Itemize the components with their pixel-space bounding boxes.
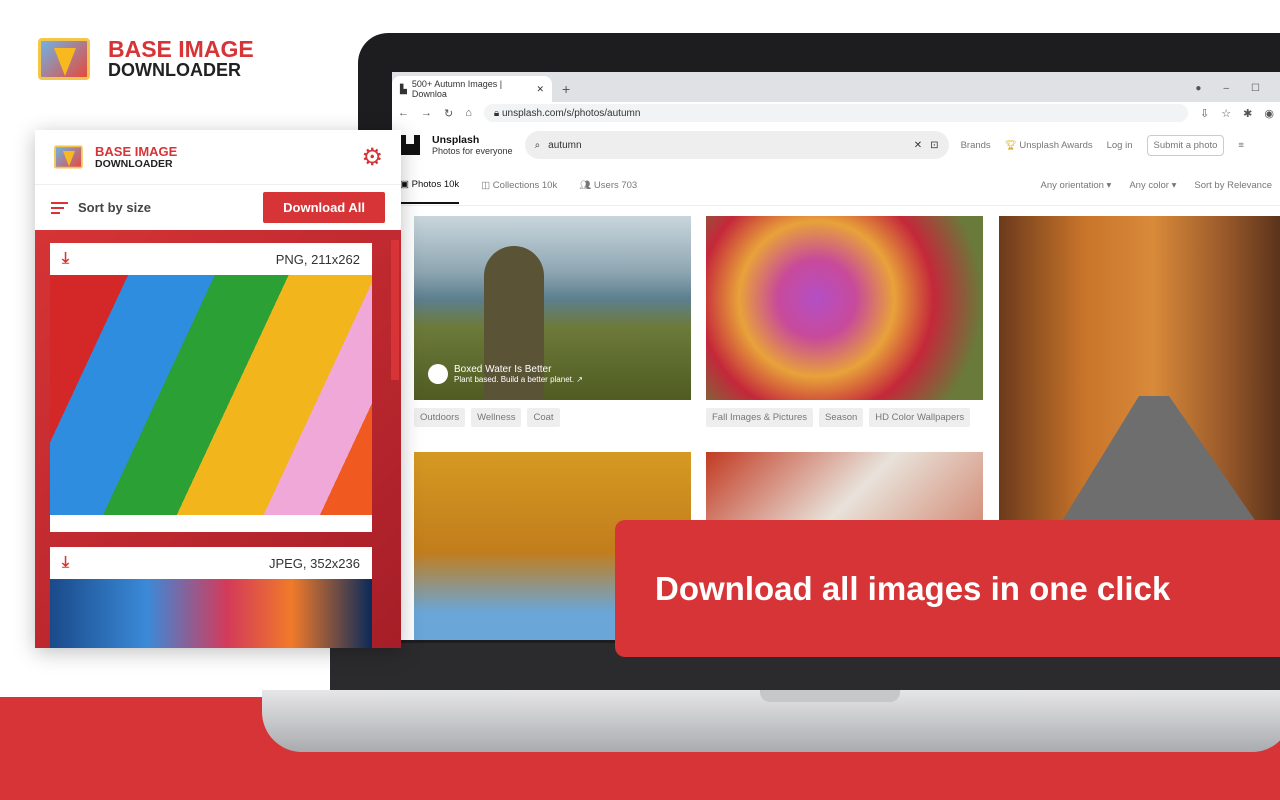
search-icon: ⌕ [534, 139, 541, 151]
search-input[interactable]: ⌕ autumn ✕ ⊡ [524, 131, 949, 159]
download-icon[interactable]: ⤓ [62, 250, 69, 268]
address-bar[interactable]: 🔒︎ unsplash.com/s/photos/autumn [483, 104, 1189, 122]
extension-popup: BASE IMAGE DOWNLOADER ⚙ Sort by size Down… [35, 130, 401, 648]
tab-photos[interactable]: ▣ Photos 10k [400, 167, 460, 204]
sort-icon[interactable] [51, 201, 68, 214]
logo-icon [36, 30, 94, 88]
visual-search-icon[interactable]: ⊡ [930, 140, 938, 151]
brand-line2: DOWNLOADER [108, 60, 241, 80]
popup-brand-line1: BASE IMAGE [95, 143, 178, 159]
image-meta: JPEG, 352x236 [268, 555, 360, 571]
trophy-icon: 🏆︎ [1004, 139, 1017, 151]
back-icon[interactable]: ← [398, 107, 409, 119]
extensions-icon[interactable]: ✱ [1243, 107, 1252, 120]
sort-by-size-button[interactable]: Sort by size [78, 200, 151, 215]
unsplash-favicon: ▙ [400, 83, 407, 94]
image-meta: PNG, 211x262 [275, 251, 360, 267]
brand-line1: BASE IMAGE [108, 36, 254, 62]
menu-icon[interactable]: ≡ [1238, 140, 1244, 151]
url-text: unsplash.com/s/photos/autumn [501, 107, 641, 119]
minimize-icon[interactable]: – [1223, 83, 1229, 94]
photo-autumn-leaves[interactable] [706, 216, 983, 400]
gear-icon[interactable]: ⚙ [361, 143, 383, 172]
image-card: ⤓ JPEG, 352x236 [50, 547, 372, 648]
sponsor-avatar [428, 364, 448, 384]
new-tab-icon[interactable]: + [562, 81, 570, 97]
image-list: ⤓ PNG, 211x262 ⤓ JPEG, 352x236 [35, 230, 401, 648]
avatar[interactable]: ◉ [1264, 107, 1274, 120]
color-filter[interactable]: Any color ▾ [1129, 180, 1176, 191]
download-icon[interactable]: ⤓ [62, 554, 69, 572]
site-tagline: Photos for everyone [432, 146, 513, 156]
scrollbar[interactable] [391, 240, 399, 380]
sponsor-name[interactable]: Boxed Water Is Better [454, 364, 583, 375]
image-card: ⤓ PNG, 211x262 [50, 243, 372, 532]
clear-icon[interactable]: ✕ [914, 140, 922, 151]
nav-brands[interactable]: Brands [961, 140, 991, 151]
download-all-button[interactable]: Download All [263, 192, 385, 223]
tag[interactable]: Coat [527, 408, 560, 427]
sort-filter[interactable]: Sort by Relevance [1194, 180, 1272, 191]
maximize-icon[interactable]: ☐ [1251, 83, 1260, 94]
tag[interactable]: Outdoors [414, 408, 466, 427]
browser-tab[interactable]: ▙ 500+ Autumn Images | Downloa ✕ [392, 76, 552, 102]
photo-woman-coast[interactable]: Boxed Water Is Better Plant based. Build … [414, 216, 691, 400]
site-name: Unsplash [432, 134, 480, 146]
banner-text: Download all images in one click [655, 569, 1171, 607]
tag[interactable]: Wellness [471, 408, 522, 427]
unsplash-logo-icon[interactable] [400, 135, 420, 155]
tab-collections[interactable]: ◫ Collections 10k [481, 180, 557, 191]
nav-awards[interactable]: 🏆︎ Unsplash Awards [1005, 140, 1093, 151]
image-preview[interactable] [50, 275, 372, 515]
home-icon[interactable]: ⌂ [465, 107, 472, 119]
orientation-filter[interactable]: Any orientation ▾ [1041, 180, 1112, 191]
tag[interactable]: HD Color Wallpapers [869, 408, 971, 427]
tag[interactable]: Season [819, 408, 864, 427]
close-icon[interactable]: ✕ [536, 84, 544, 95]
lock-icon: 🔒︎ [493, 107, 502, 119]
sponsor-tagline: Plant based. Build a better planet. ↗ [454, 375, 584, 384]
star-icon[interactable]: ☆ [1221, 107, 1231, 120]
tab-title: 500+ Autumn Images | Downloa [411, 79, 503, 99]
photo-forest-road[interactable] [999, 216, 1280, 526]
popup-brand-line2: DOWNLOADER [95, 157, 173, 170]
login-link[interactable]: Log in [1107, 140, 1133, 151]
reload-icon[interactable]: ↻ [444, 107, 453, 120]
search-value: autumn [548, 139, 582, 151]
tag[interactable]: Fall Images & Pictures [706, 408, 814, 427]
tab-users[interactable]: 👥︎ Users 703 [579, 180, 637, 191]
image-preview[interactable] [50, 579, 372, 648]
install-icon[interactable]: ⇩ [1200, 107, 1209, 120]
logo-icon [53, 141, 83, 173]
profile-icon[interactable]: ● [1195, 83, 1201, 94]
submit-photo-button[interactable]: Submit a photo [1146, 134, 1225, 156]
brand-logo: BASE IMAGE DOWNLOADER [36, 30, 254, 88]
forward-icon[interactable]: → [421, 107, 432, 119]
promo-banner: Download all images in one click [615, 520, 1280, 657]
laptop-base [262, 690, 1280, 752]
